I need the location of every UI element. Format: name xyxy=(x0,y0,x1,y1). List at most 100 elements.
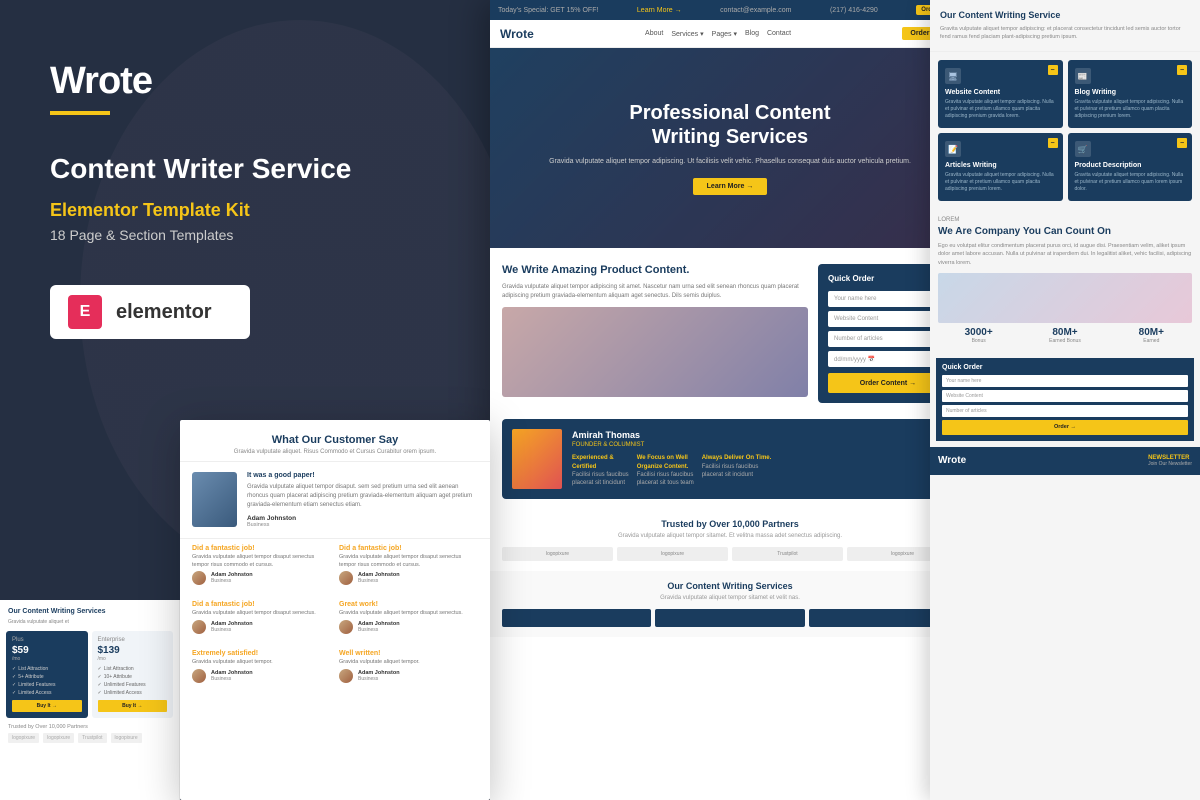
plan-name: Plus xyxy=(12,637,82,643)
pricing-strip: Our Content Writing Services Gravida vul… xyxy=(0,600,180,800)
hero-subtitle: Gravida vulputate aliquet tempor adipisc… xyxy=(549,157,911,168)
testimonials-subtitle: Gravida vulputate aliquet. Risus Commodo… xyxy=(194,449,476,455)
card-text-2: Gravita vulputate aliquet tempor adipisc… xyxy=(1075,99,1186,120)
services-title: Our Content Writing Services xyxy=(502,581,958,591)
small-quote: Great work! xyxy=(339,601,478,608)
person-role: FOUNDER & COLUMNIST xyxy=(572,442,771,448)
list-item: Great work! Gravida vulputate aliquet te… xyxy=(339,601,478,634)
phone-text: (217) 416-4290 xyxy=(830,7,878,14)
learn-more-link[interactable]: Learn More → xyxy=(637,7,682,14)
nav-pages[interactable]: Pages ▾ xyxy=(712,30,737,38)
rp-main-title: Our Content Writing Service xyxy=(940,10,1190,22)
product-title: We Write Amazing Product Content. xyxy=(502,264,808,277)
person-info: Amirah Thomas FOUNDER & COLUMNIST Experi… xyxy=(572,430,771,488)
partner-logos: logopixure logopixure Trustpilot logopix… xyxy=(8,733,171,743)
footer-logo: Wrote xyxy=(938,455,966,466)
plan-period: /mo xyxy=(12,656,82,662)
list-item: Extremely satisfied! Gravida vulputate a… xyxy=(192,650,331,683)
product-paragraph: Gravida vulputate aliquet tempor adipisc… xyxy=(502,283,808,301)
small-role: Business xyxy=(211,627,253,633)
testimonial-content: It was a good paper! Gravida vulputate a… xyxy=(247,472,478,528)
main-testimonial: It was a good paper! Gravida vulputate a… xyxy=(180,462,490,539)
stat-organize: We Focus on WellOrganize Content. Facili… xyxy=(637,454,694,488)
small-role: Business xyxy=(358,627,400,633)
hero-cta-button[interactable]: Learn More → xyxy=(693,178,768,195)
buy-plus-button[interactable]: Buy It → xyxy=(12,700,82,712)
feature-4: ✓ Limited Access xyxy=(12,690,82,696)
rp-order-button[interactable]: Order → xyxy=(942,420,1188,435)
card-badge-1: − xyxy=(1048,65,1058,75)
small-role: Business xyxy=(211,676,253,682)
small-author: Adam Johnston xyxy=(358,670,400,676)
pricing-card-plus: Plus $59 /mo ✓ List Attraction ✓ 5+ Attr… xyxy=(6,631,88,718)
product-section: We Write Amazing Product Content. Gravid… xyxy=(490,248,970,419)
small-text: Gravida vulputate aliquet tempor. xyxy=(192,659,331,667)
small-avatar xyxy=(192,620,206,634)
small-author-row: Adam Johnston Business xyxy=(339,620,478,634)
company-stats: 3000+ Bonus 80M+ Earned Bonus 80M+ Earne… xyxy=(938,327,1192,344)
partners-strip: Trusted by Over 10,000 Partners logopixu… xyxy=(0,718,179,749)
company-label: LOREM xyxy=(938,217,1192,223)
stat-label: Earned xyxy=(1111,338,1192,344)
testimonial-quote: It was a good paper! xyxy=(247,472,478,479)
partners-subtitle: Gravida vulputate aliquet tempor sitamet… xyxy=(502,533,958,539)
partner-2: logopixure xyxy=(43,733,74,743)
nav-contact[interactable]: Contact xyxy=(767,30,791,38)
nav-about[interactable]: About xyxy=(645,30,663,38)
small-testimonials: Did a fantastic job! Gravida vulputate a… xyxy=(180,539,490,697)
card-badge-2: − xyxy=(1177,65,1187,75)
topbar: Today's Special: GET 15% OFF! Learn More… xyxy=(490,0,970,20)
feature-1: ✓ List Attraction xyxy=(98,666,168,672)
partner-4: logopixure xyxy=(111,733,142,743)
rp-content-input[interactable]: Website Content xyxy=(942,390,1188,402)
blog-writing-icon: 📰 xyxy=(1075,68,1091,84)
rp-quick-order: Quick Order Your name here Website Conte… xyxy=(930,352,1200,447)
partner-1: logopixure xyxy=(502,547,613,561)
small-role: Business xyxy=(358,578,400,584)
small-avatar xyxy=(192,669,206,683)
articles-writing-icon: 📝 xyxy=(945,141,961,157)
card-title-4: Product Description xyxy=(1075,162,1186,169)
small-text: Gravida vulputate aliquet tempor disaput… xyxy=(339,554,478,569)
services-section: Our Content Writing Services Gravida vul… xyxy=(490,571,970,637)
card-title-1: Website Content xyxy=(945,89,1056,96)
partner-1: logopixure xyxy=(8,733,39,743)
rp-card-articles: 📝 − Articles Writing Gravita vulputate a… xyxy=(938,133,1063,201)
plan-period: /mo xyxy=(98,656,168,662)
stat-certified: Experienced &Certified Facilisi risus fa… xyxy=(572,454,629,488)
service-bar-2 xyxy=(655,609,804,627)
small-author-row: Adam Johnston Business xyxy=(339,669,478,683)
feature-4: ✓ Unlimited Access xyxy=(98,690,168,696)
rp-card-blog: 📰 − Blog Writing Gravita vulputate aliqu… xyxy=(1068,60,1193,128)
newsletter-subtitle: Join Our Newsletter xyxy=(1148,461,1192,467)
partner-3: Trustpilot xyxy=(732,547,843,561)
partners-logos: logopixure logopixure Trustpilot logopix… xyxy=(502,547,958,561)
center-preview: Today's Special: GET 15% OFF! Learn More… xyxy=(490,0,970,800)
rp-card-website: 🖥 − Website Content Gravita vulputate al… xyxy=(938,60,1063,128)
list-item: Did a fantastic job! Gravida vulputate a… xyxy=(192,545,331,585)
nav-blog[interactable]: Blog xyxy=(745,30,759,38)
buy-enterprise-button[interactable]: Buy It → xyxy=(98,700,168,712)
nav-services[interactable]: Services ▾ xyxy=(671,30,703,38)
small-avatar xyxy=(339,669,353,683)
company-image xyxy=(938,273,1192,323)
rp-main-subtitle: Gravita vulputate aliquet tempor adipisc… xyxy=(940,25,1190,42)
kit-description: 18 Page & Section Templates xyxy=(50,227,440,243)
card-text-4: Gravita vulputate aliquet tempor adipisc… xyxy=(1075,172,1186,193)
kit-subtitle: Elementor Template Kit xyxy=(50,200,440,221)
company-text: Ego eu volutpat elitur condimentum place… xyxy=(938,242,1192,267)
service-bars xyxy=(502,609,958,627)
main-title: Content Writer Service xyxy=(50,151,440,186)
person-box: Amirah Thomas FOUNDER & COLUMNIST Experi… xyxy=(502,419,958,499)
plan-price: $59 xyxy=(12,645,82,656)
elementor-icon: E xyxy=(68,295,102,329)
stat-label: Earned Bonus xyxy=(1024,338,1105,344)
rp-card-product: 🛒 − Product Description Gravita vulputat… xyxy=(1068,133,1193,201)
rp-articles-input[interactable]: Number of articles xyxy=(942,405,1188,417)
navbar: Wrote About Services ▾ Pages ▾ Blog Cont… xyxy=(490,20,970,48)
company-title: We Are Company You Can Count On xyxy=(938,225,1192,238)
product-content: We Write Amazing Product Content. Gravid… xyxy=(502,264,818,403)
partners-section: Trusted by Over 10,000 Partners Gravida … xyxy=(490,509,970,571)
rp-name-input[interactable]: Your name here xyxy=(942,375,1188,387)
quick-order-box-right: Quick Order Your name here Website Conte… xyxy=(936,358,1194,441)
